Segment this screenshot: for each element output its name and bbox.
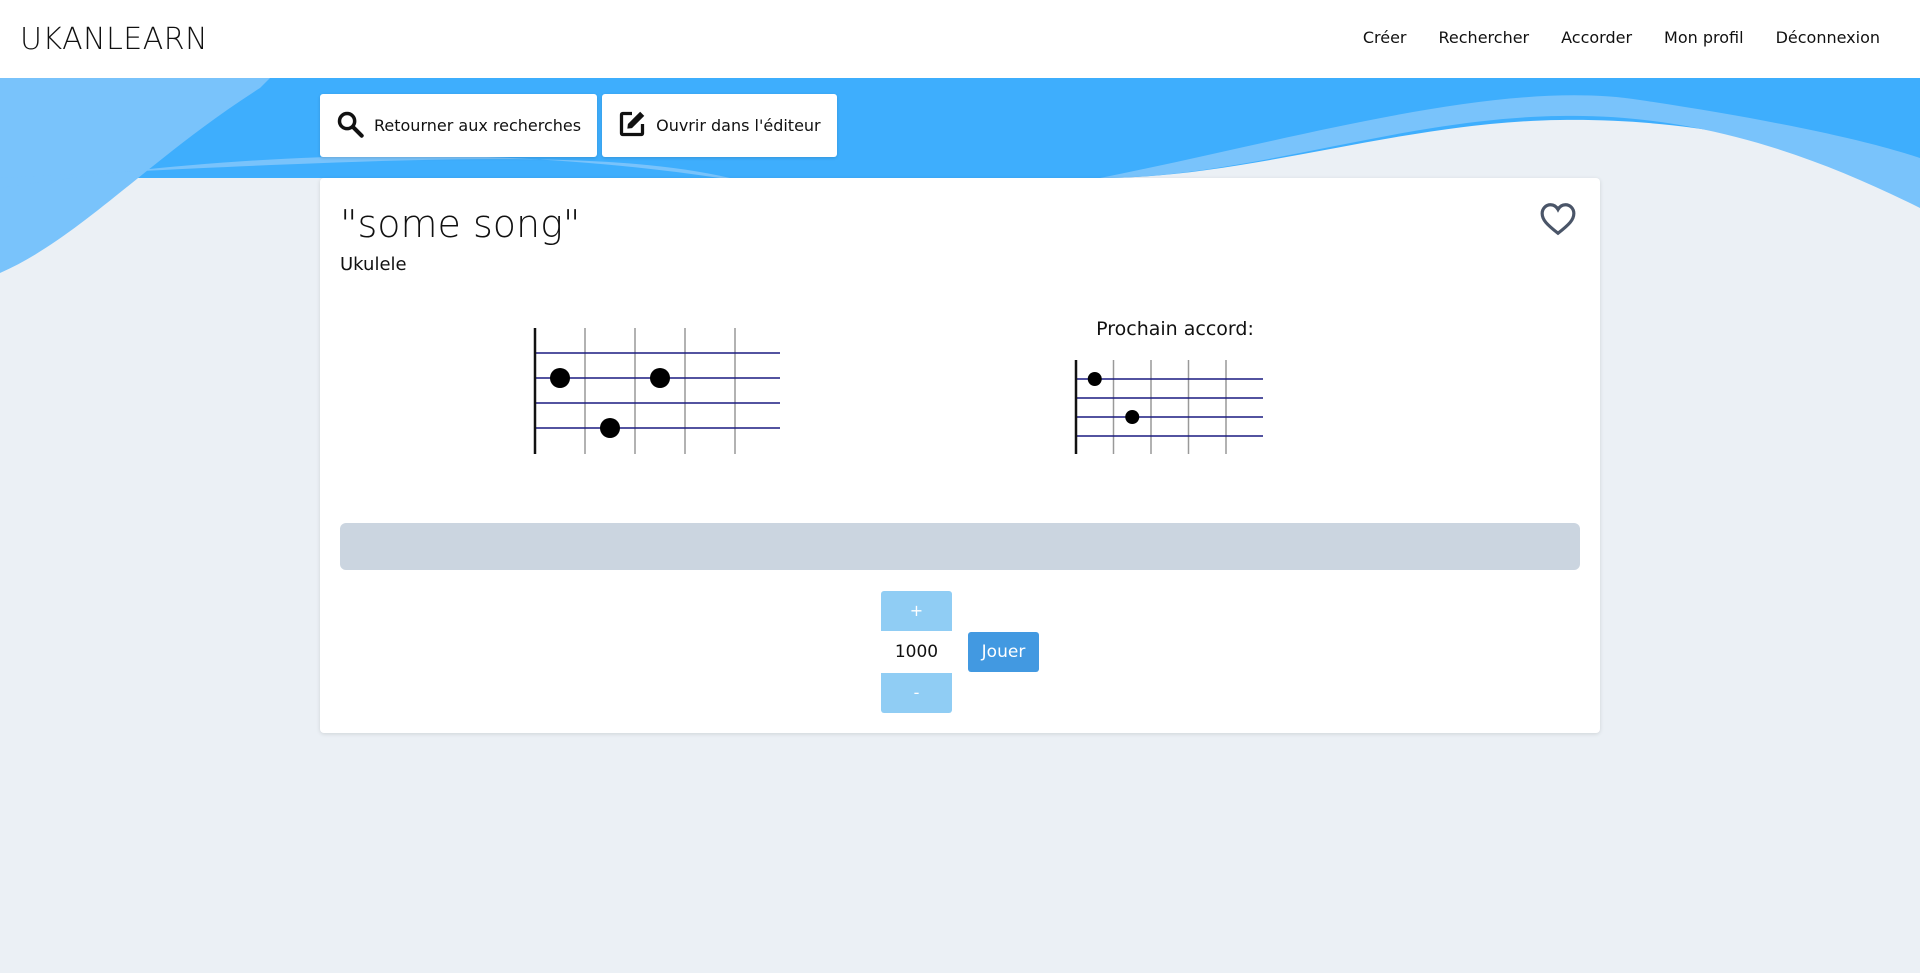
play-button[interactable]: Jouer <box>968 632 1039 672</box>
progress-bar <box>340 523 1580 570</box>
nav-link-creer[interactable]: Créer <box>1363 28 1407 47</box>
tempo-input[interactable] <box>881 631 952 673</box>
brand-logo[interactable]: UKANLEARN <box>20 22 208 57</box>
current-chord-finger-dot <box>550 368 570 388</box>
tempo-stepper: + - <box>881 591 952 713</box>
current-chord-finger-dot <box>600 418 620 438</box>
back-to-search-label: Retourner aux recherches <box>374 116 582 135</box>
favorite-button[interactable] <box>1538 200 1578 238</box>
nav-link-deconnexion[interactable]: Déconnexion <box>1776 28 1880 47</box>
nav-link-accorder[interactable]: Accorder <box>1561 28 1632 47</box>
back-to-search-button[interactable]: Retourner aux recherches <box>320 94 598 157</box>
song-title: "some song" <box>340 202 581 246</box>
open-in-editor-button[interactable]: Ouvrir dans l'éditeur <box>602 94 837 157</box>
current-chord-diagram <box>533 328 780 454</box>
nav-link-rechercher[interactable]: Rechercher <box>1439 28 1530 47</box>
search-icon <box>336 110 364 142</box>
instrument-label: Ukulele <box>340 254 407 275</box>
nav-link-mon-profil[interactable]: Mon profil <box>1664 28 1744 47</box>
next-chord-finger-dot <box>1087 372 1102 386</box>
toolbar: Retourner aux recherches Ouvrir dans l'é… <box>320 94 837 157</box>
next-chord-finger-dot <box>1125 410 1140 424</box>
heart-outline-icon <box>1540 203 1576 236</box>
next-chord-diagram <box>1074 360 1263 454</box>
increment-button[interactable]: + <box>881 591 952 631</box>
decrement-button[interactable]: - <box>881 673 952 713</box>
navbar: UKANLEARN Créer Rechercher Accorder Mon … <box>0 0 1920 78</box>
current-chord-finger-dot <box>650 368 670 388</box>
song-card: "some song" Ukulele Prochain accord: + -… <box>320 178 1600 733</box>
open-in-editor-label: Ouvrir dans l'éditeur <box>656 116 821 135</box>
nav-links: Créer Rechercher Accorder Mon profil Déc… <box>1363 28 1880 47</box>
edit-icon <box>618 110 646 142</box>
next-chord-label: Prochain accord: <box>1096 318 1254 340</box>
